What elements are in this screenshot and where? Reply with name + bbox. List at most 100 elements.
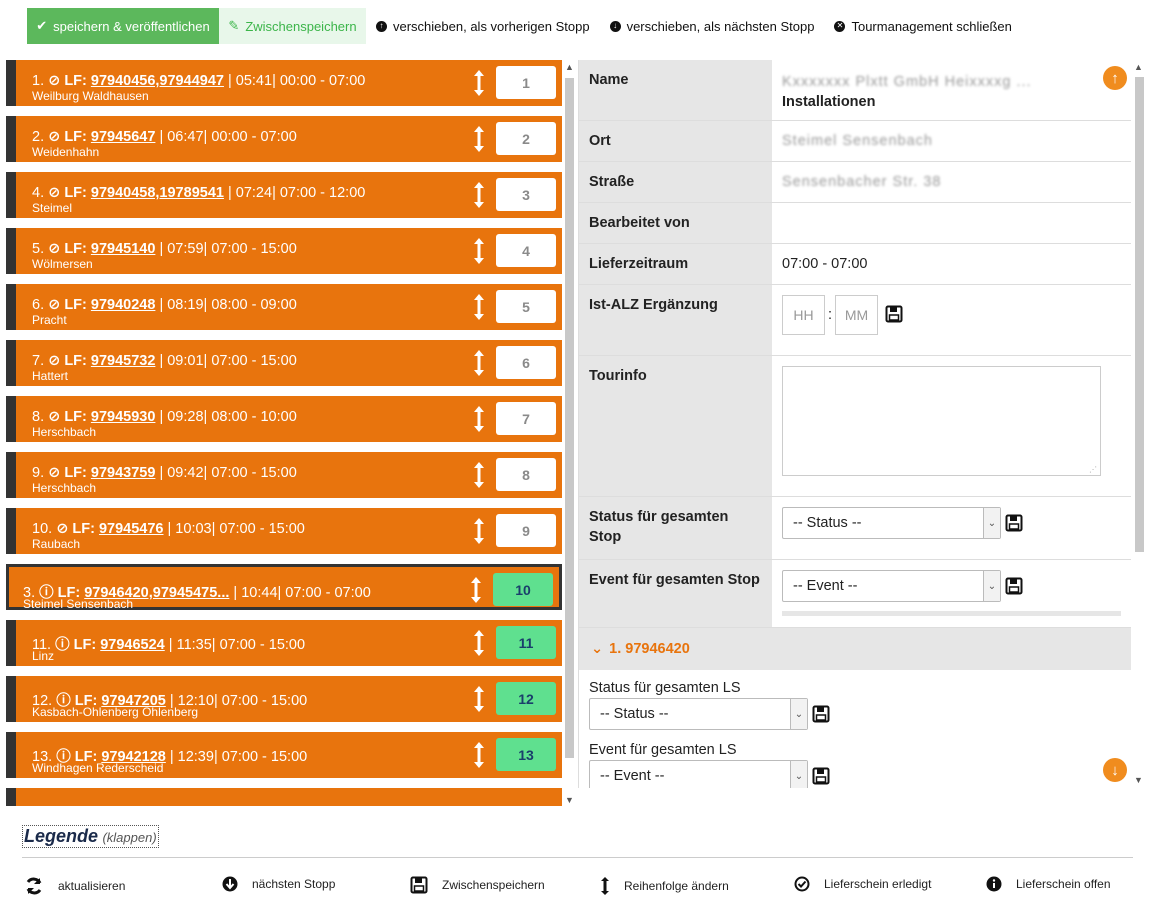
lf-number-link[interactable]: 97946524 [100, 637, 165, 653]
scroll-down-icon[interactable]: ▼ [1134, 775, 1143, 785]
arrow-up-circle-icon: ↑ [376, 20, 387, 32]
ort-row: Ort Steimel Sensenbach [579, 121, 1131, 162]
stop-order-input[interactable]: 1 [496, 66, 556, 99]
stop-order-input[interactable]: 7 [496, 402, 556, 435]
scroll-up-icon[interactable]: ▲ [565, 62, 574, 72]
lf-number-link[interactable]: 97945140 [91, 241, 156, 257]
vertical-arrows-icon[interactable] [472, 236, 486, 266]
stop-row[interactable]: 2. ⊘ LF: 97945647 | 06:47| 00:00 - 07:00… [6, 116, 562, 162]
lf-number-link[interactable]: 97945732 [91, 353, 156, 369]
lf-number-link[interactable]: 97940248 [91, 297, 156, 313]
status-stop-select[interactable]: -- Status -- ⌄ [782, 507, 1001, 539]
stop-order-input[interactable]: 6 [496, 346, 556, 379]
stop-row[interactable]: 13. ⓘ LF: 97942128 | 12:39| 07:00 - 15:0… [6, 732, 562, 778]
move-next-button[interactable]: ↓ verschieben, als nächsten Stopp [599, 8, 825, 44]
scroll-bottom-button-icon[interactable]: ↓ [1103, 758, 1127, 782]
vertical-arrows-icon[interactable] [472, 124, 486, 154]
stop-order-input[interactable]: 4 [496, 234, 556, 267]
floppy-disk-icon[interactable] [885, 305, 903, 323]
vertical-arrows-icon[interactable] [472, 404, 486, 434]
detail-scrollbar[interactable]: ▲ ▼ [1132, 60, 1147, 788]
stop-order-input[interactable]: 3 [496, 178, 556, 211]
lf-number-link[interactable]: 97943759 [91, 465, 156, 481]
status-stop-row: Status für gesamten Stop -- Status -- ⌄ [579, 497, 1131, 560]
stop-place: Herschbach [32, 425, 97, 439]
lf-number-link[interactable]: 97945476 [99, 521, 164, 537]
stop-list-scrollbar[interactable]: ▲ ▼ [563, 60, 577, 809]
stop-index: 7. [32, 353, 45, 369]
ls-section-header[interactable]: ⌄ 1. 97946420 [579, 628, 1131, 670]
legend-toggle[interactable]: Legende (klappen) [22, 825, 159, 848]
event-stop-row: Event für gesamten Stop -- Event -- ⌄ [579, 560, 1131, 628]
floppy-disk-icon[interactable] [1005, 577, 1023, 595]
stop-row[interactable]: 1. ⊘ LF: 97940456,97944947 | 05:41| 00:0… [6, 60, 562, 106]
vertical-arrows-icon[interactable] [469, 575, 483, 605]
stop-row[interactable]: 6. ⊘ LF: 97940248 | 08:19| 08:00 - 09:00… [6, 284, 562, 330]
stop-row[interactable]: 3. ⓘ LF: 97946420,97945475... | 10:44| 0… [6, 564, 562, 611]
lf-number-link[interactable]: 97940456,97944947 [91, 73, 224, 89]
vertical-arrows-icon[interactable] [472, 628, 486, 658]
stop-row[interactable]: 11. ⓘ LF: 97946524 | 11:35| 07:00 - 15:0… [6, 620, 562, 666]
stop-row[interactable]: 7. ⊘ LF: 97945732 | 09:01| 07:00 - 15:00… [6, 340, 562, 386]
scrollbar-thumb[interactable] [565, 78, 574, 758]
stop-index: 1. [32, 73, 45, 89]
stop-order-input[interactable]: 9 [496, 514, 556, 547]
check-circle-icon: ⊘ [48, 353, 61, 369]
stop-order-input[interactable]: 10 [493, 573, 553, 606]
stop-row[interactable]: 12. ⓘ LF: 97947205 | 12:10| 07:00 - 15:0… [6, 676, 562, 722]
stop-row[interactable]: 8. ⊘ LF: 97945930 | 09:28| 08:00 - 10:00… [6, 396, 562, 442]
lf-number-link[interactable]: 97945930 [91, 409, 156, 425]
stop-order-input[interactable]: 2 [496, 122, 556, 155]
scroll-up-icon[interactable]: ▲ [1134, 62, 1143, 72]
scrollbar-thumb[interactable] [1135, 77, 1144, 552]
chevron-down-icon: ⌄ [790, 761, 807, 788]
floppy-disk-icon[interactable] [1005, 514, 1023, 532]
lf-number-link[interactable]: 97940458,19789541 [91, 185, 224, 201]
vertical-arrows-icon[interactable] [472, 180, 486, 210]
save-draft-button[interactable]: ✎ Zwischenspeichern [219, 8, 366, 44]
bearbeitet-label: Bearbeitet von [579, 203, 772, 243]
hours-input[interactable]: HH [782, 295, 825, 335]
vertical-arrows-icon[interactable] [472, 68, 486, 98]
stop-order-input[interactable]: 11 [496, 626, 556, 659]
vertical-arrows-icon[interactable] [472, 684, 486, 714]
stop-order-input[interactable]: 8 [496, 458, 556, 491]
event-stop-select[interactable]: -- Event -- ⌄ [782, 570, 1001, 602]
vertical-arrows-icon[interactable] [472, 460, 486, 490]
lf-number-link[interactable]: 97945647 [91, 129, 156, 145]
vertical-arrows-icon[interactable] [472, 348, 486, 378]
stop-order-input[interactable]: 12 [496, 682, 556, 715]
stop-order-input[interactable]: 5 [496, 290, 556, 323]
stop-row[interactable]: 5. ⊘ LF: 97945140 | 07:59| 07:00 - 15:00… [6, 228, 562, 274]
status-ls-label: Status für gesamten LS [589, 680, 741, 696]
stop-row[interactable]: 9. ⊘ LF: 97943759 | 09:42| 07:00 - 15:00… [6, 452, 562, 498]
move-next-label: verschieben, als nächsten Stopp [626, 18, 815, 34]
vertical-arrows-icon[interactable] [472, 740, 486, 770]
scroll-top-button-icon[interactable]: ↑ [1103, 66, 1127, 90]
minutes-input[interactable]: MM [835, 295, 879, 335]
move-prev-button[interactable]: ↑ verschieben, als vorherigen Stopp [366, 8, 600, 44]
stop-place: Pracht [32, 313, 67, 327]
floppy-disk-icon[interactable] [812, 767, 830, 785]
close-tour-button[interactable]: ✕ Tourmanagement schließen [824, 8, 1022, 44]
resize-handle-icon[interactable]: ⋰ [1089, 465, 1097, 474]
chevron-down-icon: ⌄ [983, 571, 1000, 601]
stop-place: Weilburg Waldhausen [32, 89, 149, 103]
inner-scrollbar[interactable] [782, 611, 1121, 616]
publish-button[interactable]: ✔ speichern & veröffentlichen [27, 8, 219, 44]
stop-row-partial[interactable] [6, 788, 562, 806]
tourinfo-textarea[interactable]: ⋰ [782, 366, 1101, 476]
scroll-down-icon[interactable]: ▼ [565, 795, 574, 805]
stop-order-input[interactable]: 13 [496, 738, 556, 771]
stop-times: | 06:47| 00:00 - 07:00 [159, 129, 297, 145]
status-ls-select[interactable]: -- Status -- ⌄ [589, 698, 808, 730]
floppy-disk-icon[interactable] [812, 705, 830, 723]
stop-line: 7. ⊘ LF: 97945732 | 09:01| 07:00 - 15:00 [32, 353, 297, 369]
stop-index: 6. [32, 297, 45, 313]
vertical-arrows-icon[interactable] [472, 292, 486, 322]
event-ls-select[interactable]: -- Event -- ⌄ [589, 760, 808, 788]
stop-row[interactable]: 4. ⊘ LF: 97940458,19789541 | 07:24| 07:0… [6, 172, 562, 218]
stop-line: 2. ⊘ LF: 97945647 | 06:47| 00:00 - 07:00 [32, 129, 297, 145]
vertical-arrows-icon[interactable] [472, 516, 486, 546]
stop-row[interactable]: 10. ⊘ LF: 97945476 | 10:03| 07:00 - 15:0… [6, 508, 562, 554]
